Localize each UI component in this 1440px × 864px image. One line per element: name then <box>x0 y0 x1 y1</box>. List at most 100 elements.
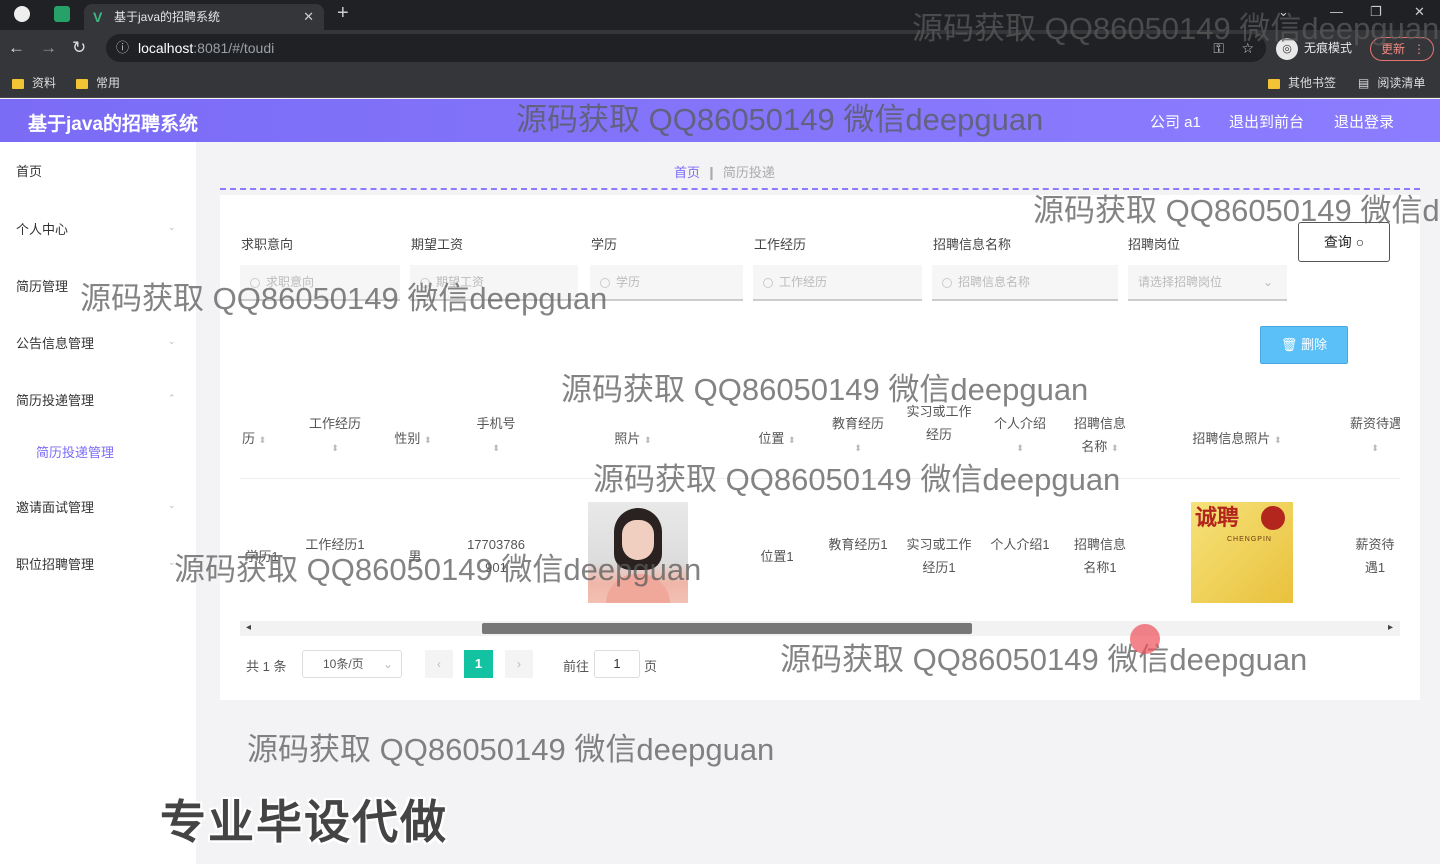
poster-title: 诚聘 <box>1195 505 1240 530</box>
tab-close-icon[interactable]: ✕ <box>303 4 314 30</box>
user-label[interactable]: 公司 a1 <box>1150 111 1201 132</box>
page-unit-label: 页 <box>644 659 658 674</box>
column-header-education[interactable]: 历 ⬍ <box>242 427 282 452</box>
column-header-intro[interactable]: 个人介绍 ⬍ <box>988 412 1052 460</box>
sort-icon: ⬍ <box>1016 443 1024 453</box>
filter-label-position: 招聘岗位 <box>1128 237 1181 252</box>
column-header-job-photo[interactable]: 招聘信息照片 ⬍ <box>1172 427 1302 452</box>
sidebar-item-notice[interactable]: 公告信息管理 <box>16 333 94 352</box>
bookmark-folder[interactable]: 常用 <box>76 74 120 91</box>
reading-list-icon: ▤ <box>1358 76 1370 90</box>
chevron-down-icon: ⌄ <box>168 500 176 510</box>
back-to-front-link[interactable]: 退出到前台 <box>1229 111 1304 132</box>
extension-icon[interactable] <box>54 6 70 22</box>
page-size-value: 10条/页 <box>323 657 364 671</box>
reload-icon[interactable]: ↻ <box>72 38 86 58</box>
watermark: 源码获取 QQ86050149 微信deepguan <box>593 462 1121 497</box>
filter-label-education: 学历 <box>591 237 618 252</box>
search-icon <box>942 277 952 288</box>
watermark: 源码获取 QQ86050149 微信deepguan <box>780 642 1308 677</box>
sidebar-item-home[interactable]: 首页 <box>16 161 42 180</box>
cell-salary: 薪资待遇1 <box>1355 537 1395 575</box>
placeholder: 请选择招聘岗位 <box>1138 275 1223 289</box>
column-header-location[interactable]: 位置 ⬍ <box>742 427 812 452</box>
site-info-icon[interactable]: ⓘ <box>116 34 129 62</box>
sort-icon: ⬍ <box>1274 435 1282 445</box>
sidebar-item-resume[interactable]: 简历管理 <box>16 276 68 295</box>
search-icon: ○ <box>1355 234 1365 250</box>
breadcrumb-home[interactable]: 首页 <box>674 165 700 180</box>
sort-icon: ⬍ <box>331 443 339 453</box>
column-header-job-name[interactable]: 招聘信息名称 ⬍ <box>1068 412 1132 460</box>
chevron-down-icon: ⌄ <box>1262 275 1273 289</box>
job-poster-image: 诚聘 CHENGPIN <box>1191 502 1293 603</box>
header-label: 实习或工作经历 <box>906 404 972 442</box>
education-input[interactable]: 学历 <box>590 265 743 301</box>
bookmark-folder[interactable]: 资料 <box>12 74 56 91</box>
watermark: 源码获取 QQ86050149 微信deepguan <box>516 102 1044 137</box>
reading-list[interactable]: ▤ 阅读清单 <box>1358 74 1425 91</box>
sidebar-subitem-delivery[interactable]: 简历投递管理 <box>36 442 114 461</box>
column-header-photo[interactable]: 照片 ⬍ <box>598 427 668 452</box>
delete-button[interactable]: 🗑 删除 <box>1260 326 1348 364</box>
column-header-gender[interactable]: 性别 ⬍ <box>386 427 440 452</box>
sidebar-item-interview[interactable]: 邀请面试管理 <box>16 497 94 516</box>
cell-intro: 个人介绍1 <box>990 537 1050 552</box>
header-label: 招聘信息照片 <box>1192 431 1271 446</box>
sidebar-item-profile[interactable]: 个人中心 <box>16 219 68 238</box>
new-tab-icon[interactable]: + <box>337 2 349 25</box>
filter-label-salary: 期望工资 <box>411 237 464 252</box>
mouse-cursor-indicator <box>1130 624 1160 654</box>
sort-icon: ⬍ <box>424 435 432 445</box>
cell-location: 位置1 <box>760 549 794 564</box>
placeholder: 学历 <box>616 275 641 289</box>
logout-link[interactable]: 退出登录 <box>1334 111 1394 132</box>
chevron-down-icon: ⌄ <box>168 222 176 232</box>
column-header-phone[interactable]: 手机号 ⬍ <box>466 412 526 460</box>
goto-page-input[interactable]: 1 <box>594 650 640 678</box>
position-select[interactable]: 请选择招聘岗位 ⌄ <box>1128 265 1287 301</box>
scroll-right-icon[interactable]: ▸ <box>1388 622 1393 633</box>
page-number-current[interactable]: 1 <box>464 650 493 678</box>
breadcrumb-current: 简历投递 <box>722 165 775 180</box>
cell-job-name: 招聘信息名称1 <box>1073 537 1126 575</box>
browser-tab[interactable]: V 基于java的招聘系统 ✕ <box>84 4 324 30</box>
scroll-left-icon[interactable]: ◂ <box>246 622 251 633</box>
scrollbar-thumb[interactable] <box>482 623 972 634</box>
app-title: 基于java的招聘系统 <box>28 114 198 135</box>
delete-label: 删除 <box>1301 337 1328 352</box>
watermark: 源码获取 QQ86050149 微信deepguan <box>247 732 775 767</box>
sidebar-item-jobs[interactable]: 职位招聘管理 <box>16 554 94 573</box>
sort-icon: ⬍ <box>1111 443 1119 453</box>
job-name-input[interactable]: 招聘信息名称 <box>932 265 1118 301</box>
folder-icon <box>1268 78 1280 89</box>
filter-label-job-name: 招聘信息名称 <box>933 237 1012 252</box>
column-header-salary[interactable]: 薪资待遇 ⬍ <box>1350 412 1400 460</box>
header-label: 工作经历 <box>308 416 361 431</box>
sidebar-item-delivery[interactable]: 简历投递管理 <box>16 390 94 409</box>
work-input[interactable]: 工作经历 <box>753 265 922 301</box>
vue-logo-icon: V <box>93 9 103 25</box>
header-label: 历 <box>242 431 256 446</box>
browser-icon <box>14 6 30 22</box>
poster-subtitle: CHENGPIN <box>1227 536 1272 543</box>
filter-label-intention: 求职意向 <box>241 237 294 252</box>
promo-banner: 专业毕设代做 <box>160 796 448 848</box>
filter-label-work: 工作经历 <box>754 237 807 252</box>
header-label: 照片 <box>614 431 641 446</box>
column-header-work[interactable]: 工作经历 ⬍ <box>300 412 370 460</box>
next-page-button[interactable]: › <box>505 650 533 678</box>
back-icon[interactable]: ← <box>8 38 25 58</box>
watermark: 源码获取 QQ86050149 微信deepguan <box>912 11 1440 46</box>
sort-icon: ⬍ <box>644 435 652 445</box>
search-icon <box>763 277 773 288</box>
forward-icon[interactable]: → <box>40 38 57 58</box>
column-header-edu-exp[interactable]: 教育经历 ⬍ <box>826 412 890 460</box>
goto-label: 前往 <box>563 659 590 674</box>
page-size-select[interactable]: 10条/页 ⌄ <box>302 650 402 678</box>
poster-emblem <box>1261 506 1285 530</box>
sort-icon: ⬍ <box>492 443 500 453</box>
other-bookmarks[interactable]: 其他书签 <box>1268 74 1336 91</box>
prev-page-button[interactable]: ‹ <box>425 650 453 678</box>
watermark: 源码获取 QQ86050149 微信deepguan <box>561 372 1089 407</box>
